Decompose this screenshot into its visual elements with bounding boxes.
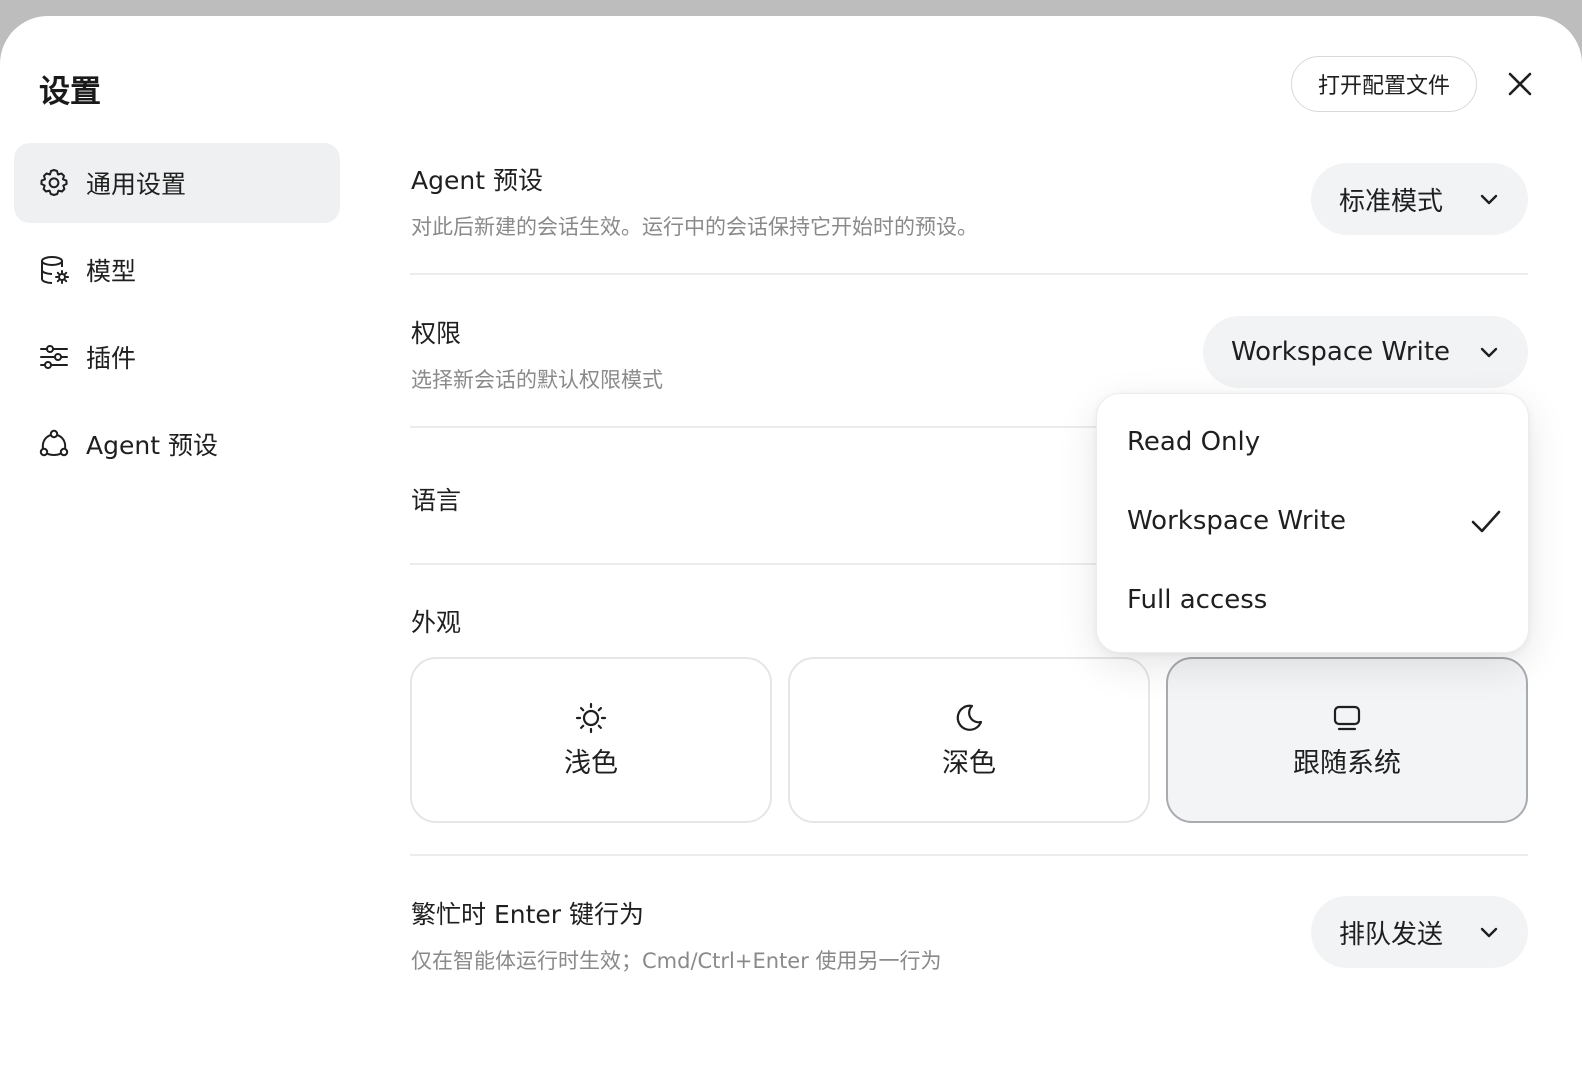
sidebar-item-label: 通用设置 (86, 170, 187, 199)
sidebar-item-label: 模型 (86, 257, 137, 286)
close-icon (1508, 72, 1532, 96)
permissions-dropdown-menu: Read Only Workspace Write Full access (1096, 393, 1529, 653)
busy-enter-title: 繁忙时 Enter 键行为 (411, 900, 644, 929)
busy-enter-value: 排队发送 (1339, 919, 1444, 950)
sun-icon (575, 702, 607, 733)
menu-item-label: Workspace Write (1127, 506, 1347, 536)
divider (410, 854, 1528, 856)
menu-item-read-only[interactable]: Read Only (1097, 407, 1530, 477)
agent-preset-select[interactable]: 标准模式 (1311, 163, 1528, 235)
database-gear-icon (38, 254, 70, 286)
appearance-title: 外观 (411, 608, 462, 637)
menu-item-full-access[interactable]: Full access (1097, 565, 1530, 635)
sidebar-item-label: 插件 (86, 344, 137, 373)
close-button[interactable] (1502, 66, 1538, 102)
sliders-icon (38, 341, 70, 373)
sidebar-item-label: Agent 预设 (86, 431, 218, 460)
agent-preset-value: 标准模式 (1339, 186, 1444, 217)
sidebar-item-plugins[interactable]: 插件 (14, 317, 340, 397)
agent-preset-title: Agent 预设 (411, 166, 543, 195)
menu-item-workspace-write[interactable]: Workspace Write (1097, 486, 1530, 556)
menu-item-label: Full access (1127, 585, 1268, 615)
agent-nodes-icon (38, 428, 70, 460)
chevron-down-icon (1480, 194, 1498, 205)
monitor-icon (1333, 705, 1361, 730)
modal-title: 设置 (39, 74, 101, 110)
sidebar-item-general[interactable]: 通用设置 (14, 143, 340, 223)
permissions-select[interactable]: Workspace Write (1203, 316, 1528, 388)
divider (410, 273, 1528, 275)
chevron-down-icon (1480, 927, 1498, 938)
language-title: 语言 (411, 486, 462, 515)
settings-modal: 设置 打开配置文件 通用设置 模型 插件 Agent 预设 Agent 预设 对… (0, 16, 1582, 1076)
moon-icon (956, 704, 983, 731)
theme-option-label: 跟随系统 (1293, 747, 1401, 779)
theme-light-option[interactable]: 浅色 (410, 657, 772, 823)
agent-preset-description: 对此后新建的会话生效。运行中的会话保持它开始时的预设。 (411, 215, 978, 239)
theme-system-option[interactable]: 跟随系统 (1166, 657, 1528, 823)
busy-enter-select[interactable]: 排队发送 (1311, 896, 1528, 968)
permissions-title: 权限 (411, 319, 462, 348)
busy-enter-description: 仅在智能体运行时生效；Cmd/Ctrl+Enter 使用另一行为 (411, 949, 942, 973)
sidebar-item-agent-presets[interactable]: Agent 预设 (14, 404, 340, 484)
open-config-file-button[interactable]: 打开配置文件 (1291, 56, 1477, 112)
menu-item-label: Read Only (1127, 427, 1261, 457)
theme-option-label: 深色 (942, 747, 996, 779)
theme-dark-option[interactable]: 深色 (788, 657, 1150, 823)
sidebar-item-models[interactable]: 模型 (14, 230, 340, 310)
checkmark-icon (1471, 510, 1501, 533)
chevron-down-icon (1480, 347, 1498, 358)
permissions-value: Workspace Write (1231, 337, 1451, 367)
gear-icon (38, 167, 70, 199)
theme-option-label: 浅色 (564, 747, 618, 779)
permissions-description: 选择新会话的默认权限模式 (411, 368, 663, 392)
